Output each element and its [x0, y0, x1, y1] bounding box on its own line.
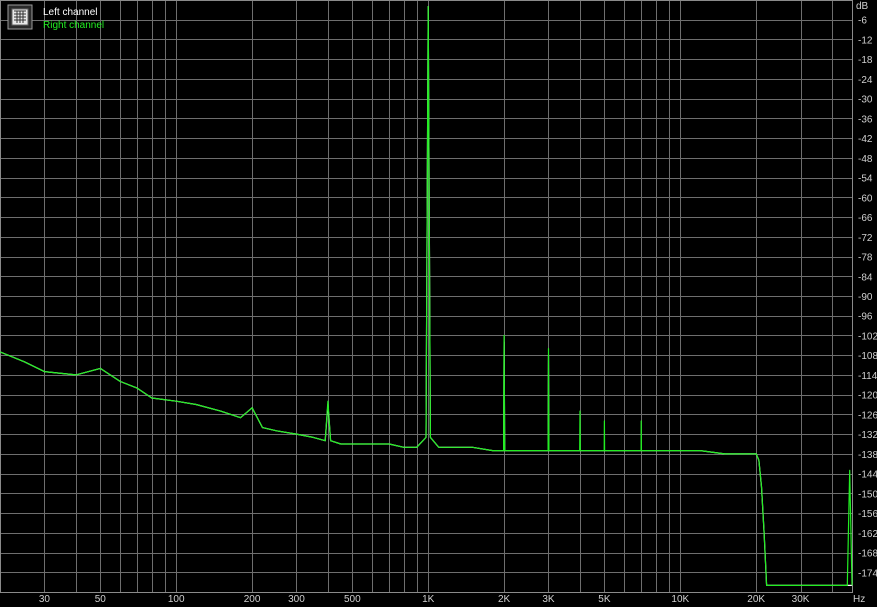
- y-tick-label: -36: [858, 114, 873, 125]
- legend-icon[interactable]: [7, 4, 33, 30]
- x-tick-label: 20K: [747, 594, 765, 605]
- legend-left-channel: Left channel: [43, 7, 98, 18]
- y-tick-label: -108: [858, 351, 877, 362]
- x-tick-label: 2K: [498, 594, 511, 605]
- legend-right-channel: Right channel: [43, 20, 104, 31]
- y-tick-label: -168: [858, 549, 877, 560]
- y-tick-label: -78: [858, 253, 873, 264]
- chart-background: [0, 0, 877, 607]
- x-tick-label: 200: [244, 594, 261, 605]
- y-tick-label: -156: [858, 509, 877, 520]
- x-tick-label: 5K: [598, 594, 611, 605]
- y-tick-label: -114: [858, 371, 877, 382]
- y-tick-label: -144: [858, 470, 877, 481]
- x-tick-label: 30: [39, 594, 51, 605]
- x-tick-label: 1K: [422, 594, 435, 605]
- x-tick-label: 500: [344, 594, 361, 605]
- y-tick-label: -66: [858, 213, 873, 224]
- y-tick-label: -60: [858, 193, 873, 204]
- y-tick-label: -174: [858, 568, 877, 579]
- y-tick-label: -12: [858, 35, 873, 46]
- y-tick-label: -132: [858, 430, 877, 441]
- y-tick-label: -18: [858, 55, 873, 66]
- y-tick-label: -84: [858, 272, 873, 283]
- y-tick-label: -90: [858, 292, 873, 303]
- y-tick-label: -102: [858, 331, 877, 342]
- y-tick-label: -54: [858, 174, 873, 185]
- y-tick-label: -30: [858, 95, 873, 106]
- spectrum-chart: -6 -12 -18 -24 -30 -36 -42 -48 -54 -60 -66 -72 -78 -8…: [0, 0, 877, 607]
- x-tick-label: 100: [168, 594, 185, 605]
- y-tick-label: -42: [858, 134, 873, 145]
- x-tick-label: 50: [95, 594, 107, 605]
- x-tick-label: 300: [288, 594, 305, 605]
- x-tick-label: 3K: [542, 594, 555, 605]
- y-tick-label: -120: [858, 391, 877, 402]
- y-tick-label: -138: [858, 450, 877, 461]
- y-tick-label: -126: [858, 410, 877, 421]
- x-tick-label: 30K: [792, 594, 810, 605]
- y-unit-label: dB: [856, 1, 869, 12]
- x-unit-label: Hz: [853, 594, 865, 605]
- y-tick-label: -6: [858, 16, 867, 27]
- y-tick-label: -72: [858, 233, 873, 244]
- y-tick-label: -96: [858, 312, 873, 323]
- y-tick-label: -48: [858, 154, 873, 165]
- y-tick-label: -162: [858, 529, 877, 540]
- y-tick-label: -24: [858, 75, 873, 86]
- x-tick-label: 10K: [671, 594, 689, 605]
- y-tick-label: -150: [858, 489, 877, 500]
